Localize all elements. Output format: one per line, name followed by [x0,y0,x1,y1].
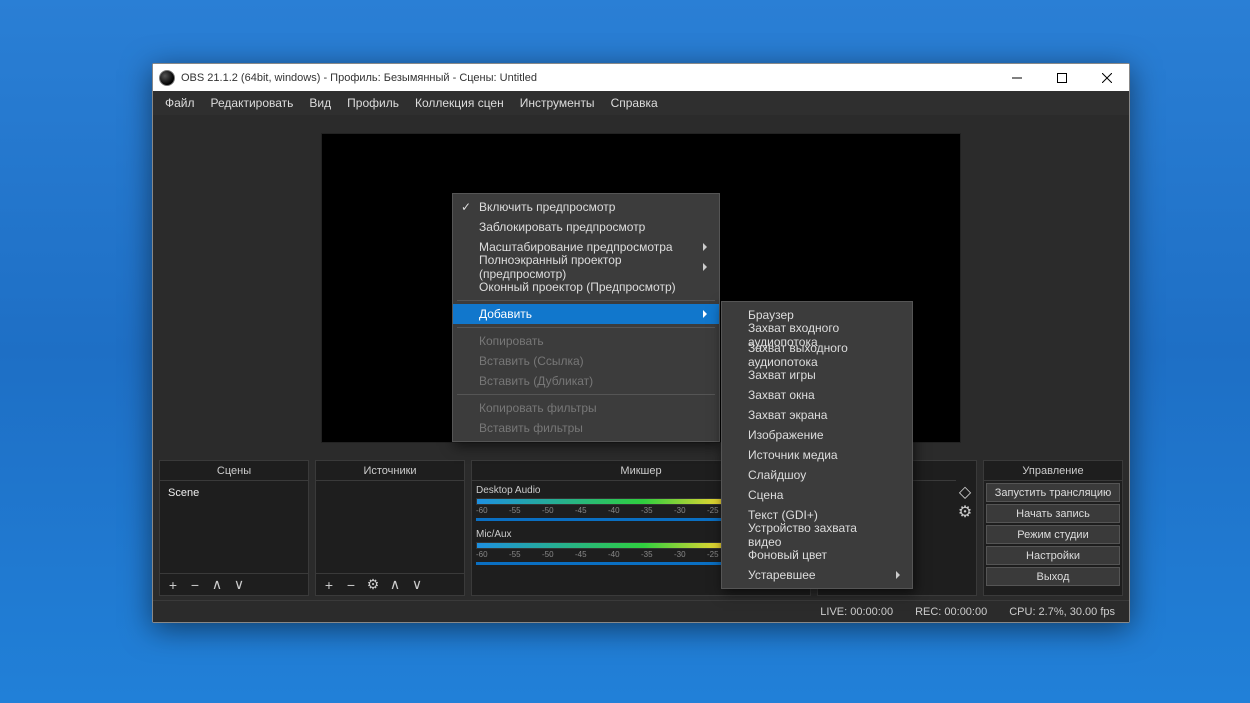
menu-scene-collection[interactable]: Коллекция сцен [407,91,512,115]
scenes-header: Сцены [160,461,308,481]
move-up-icon[interactable]: ∧ [210,576,224,593]
controls-body: Запустить трансляцию Начать запись Режим… [984,481,1122,595]
dock-panels: Сцены Scene + − ∧ ∨ Источники + − ⚙ ∧ ∨ [153,460,1129,600]
sub-scene[interactable]: Сцена [722,485,912,505]
remove-scene-icon[interactable]: − [188,577,202,593]
settings-button[interactable]: Настройки [986,546,1120,565]
start-recording-button[interactable]: Начать запись [986,504,1120,523]
ctx-windowed-projector[interactable]: Оконный проектор (Предпросмотр) [453,277,719,297]
status-live: LIVE: 00:00:00 [820,606,893,618]
add-scene-icon[interactable]: + [166,577,180,593]
menubar: Файл Редактировать Вид Профиль Коллекция… [153,91,1129,115]
sources-toolbar: + − ⚙ ∧ ∨ [316,573,464,595]
ctx-separator [457,300,715,301]
ctx-enable-preview[interactable]: Включить предпросмотр [453,197,719,217]
sub-image[interactable]: Изображение [722,425,912,445]
menu-file[interactable]: Файл [157,91,203,115]
sub-deprecated[interactable]: Устаревшее [722,565,912,585]
panel-scenes: Сцены Scene + − ∧ ∨ [159,460,309,596]
ctx-separator [457,327,715,328]
exit-button[interactable]: Выход [986,567,1120,586]
start-streaming-button[interactable]: Запустить трансляцию [986,483,1120,502]
menu-help[interactable]: Справка [603,91,666,115]
scenes-toolbar: + − ∧ ∨ [160,573,308,595]
titlebar: OBS 21.1.2 (64bit, windows) - Профиль: Б… [153,64,1129,91]
sub-output-audio[interactable]: Захват выходного аудиопотока [722,345,912,365]
sub-video-device[interactable]: Устройство захвата видео [722,525,912,545]
scenes-list[interactable]: Scene [160,481,308,573]
ctx-paste-filters[interactable]: Вставить фильтры [453,418,719,438]
close-button[interactable] [1084,64,1129,91]
transition-settings-icon[interactable]: ⚙ [956,503,974,521]
status-rec: REC: 00:00:00 [915,606,987,618]
minimize-button[interactable] [994,64,1039,91]
sources-list[interactable] [316,481,464,573]
remove-source-icon[interactable]: − [344,577,358,593]
move-down-icon[interactable]: ∨ [232,576,246,593]
ctx-copy[interactable]: Копировать [453,331,719,351]
scene-item[interactable]: Scene [164,485,304,501]
add-source-submenu: Браузер Захват входного аудиопотока Захв… [721,301,913,589]
source-down-icon[interactable]: ∨ [410,576,424,593]
transition-dropdown-icon[interactable]: ◇ [956,483,974,501]
sub-slideshow[interactable]: Слайдшоу [722,465,912,485]
menu-profile[interactable]: Профиль [339,91,407,115]
menu-view[interactable]: Вид [301,91,339,115]
panel-controls: Управление Запустить трансляцию Начать з… [983,460,1123,596]
ctx-fullscreen-projector[interactable]: Полноэкранный проектор (предпросмотр) [453,257,719,277]
preview-context-menu: Включить предпросмотр Заблокировать пред… [452,193,720,442]
status-cpu: CPU: 2.7%, 30.00 fps [1009,606,1115,618]
sub-color-source[interactable]: Фоновый цвет [722,545,912,565]
sources-header: Источники [316,461,464,481]
ctx-add[interactable]: Добавить [453,304,719,324]
source-settings-icon[interactable]: ⚙ [366,576,380,593]
app-icon [159,70,175,86]
add-source-icon[interactable]: + [322,577,336,593]
ctx-paste-dup[interactable]: Вставить (Дубликат) [453,371,719,391]
ctx-lock-preview[interactable]: Заблокировать предпросмотр [453,217,719,237]
studio-mode-button[interactable]: Режим студии [986,525,1120,544]
sub-display-capture[interactable]: Захват экрана [722,405,912,425]
ctx-separator [457,394,715,395]
ctx-paste-ref[interactable]: Вставить (Ссылка) [453,351,719,371]
ctx-copy-filters[interactable]: Копировать фильтры [453,398,719,418]
menu-edit[interactable]: Редактировать [203,91,302,115]
menu-tools[interactable]: Инструменты [512,91,603,115]
sub-game-capture[interactable]: Захват игры [722,365,912,385]
transitions-side-controls: ◇ ⚙ [956,461,976,595]
maximize-button[interactable] [1039,64,1084,91]
sub-media-source[interactable]: Источник медиа [722,445,912,465]
controls-header: Управление [984,461,1122,481]
source-up-icon[interactable]: ∧ [388,576,402,593]
window-controls [994,64,1129,91]
sub-window-capture[interactable]: Захват окна [722,385,912,405]
statusbar: LIVE: 00:00:00 REC: 00:00:00 CPU: 2.7%, … [153,600,1129,622]
window-title: OBS 21.1.2 (64bit, windows) - Профиль: Б… [181,72,994,84]
panel-sources: Источники + − ⚙ ∧ ∨ [315,460,465,596]
